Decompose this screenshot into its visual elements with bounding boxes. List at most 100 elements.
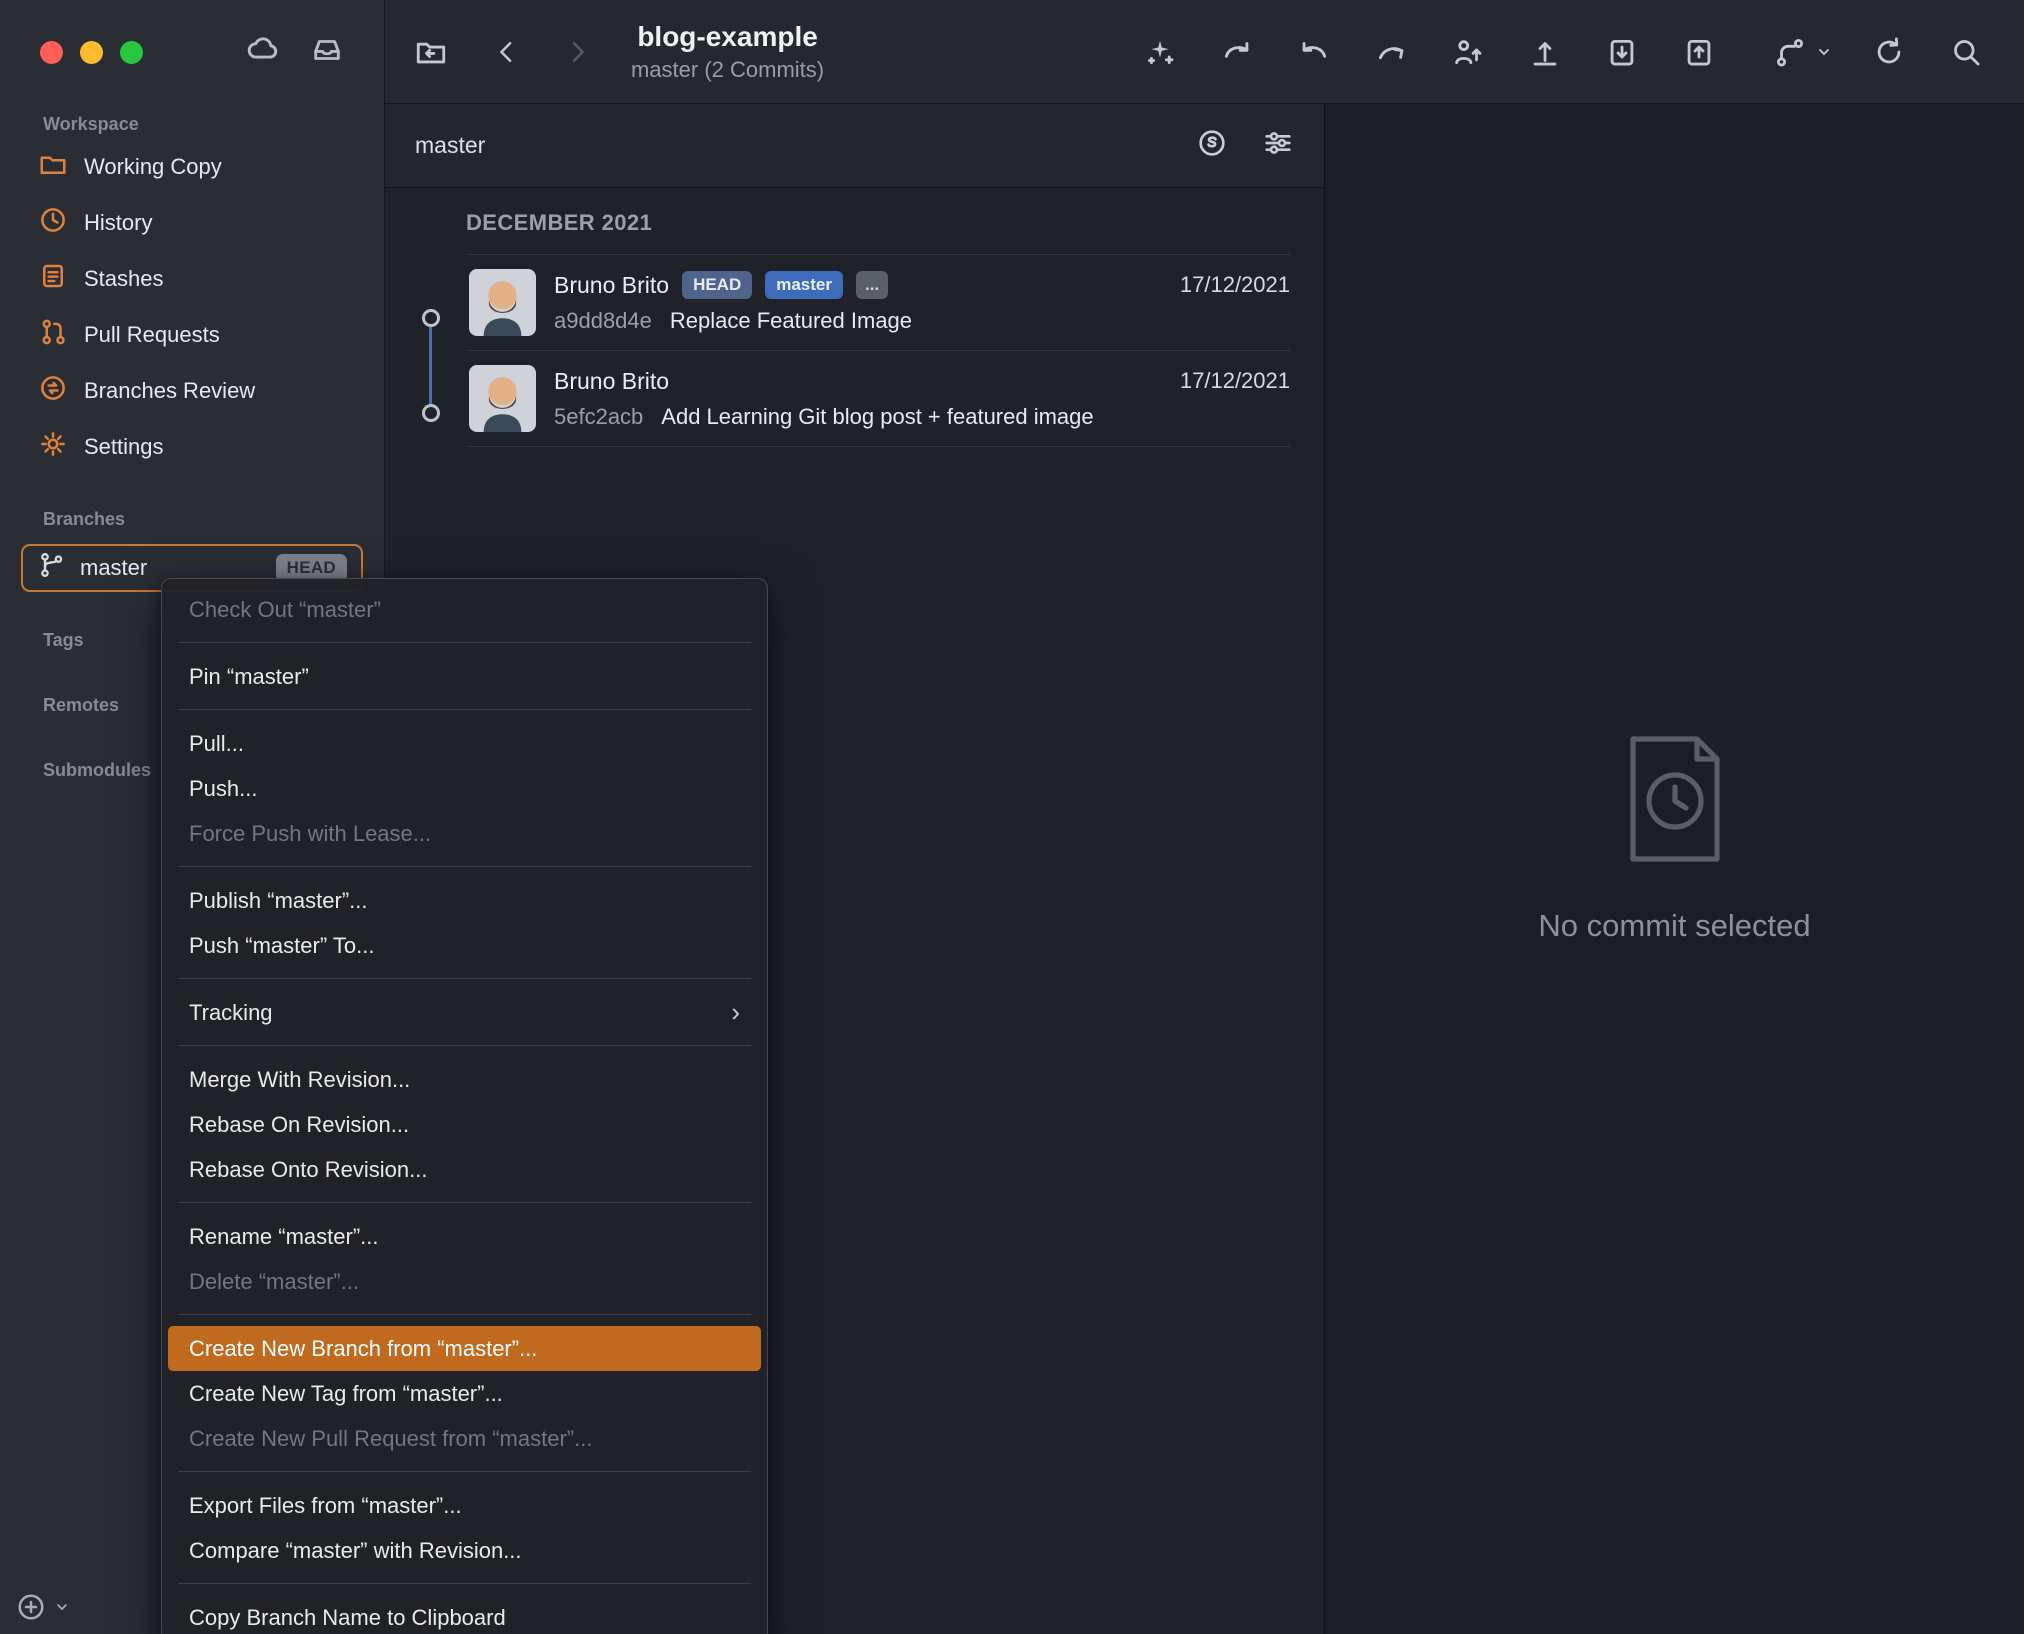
menu-divider	[178, 866, 751, 867]
menu-divider	[178, 1045, 751, 1046]
menu-divider	[178, 1471, 751, 1472]
commit-author: Bruno Brito	[554, 271, 670, 298]
menu-item-create-tag[interactable]: Create New Tag from “master”...	[162, 1371, 767, 1416]
sidebar-item-label: Settings	[84, 434, 164, 459]
compare-icon[interactable]	[1196, 127, 1228, 164]
stash-box-icon	[38, 261, 68, 297]
window-title-block: blog-example master (2 Commits)	[631, 21, 824, 83]
menu-item-rename[interactable]: Rename “master”...	[162, 1214, 767, 1259]
forward-button[interactable]	[557, 32, 597, 72]
repository-title: blog-example	[637, 20, 818, 52]
commit-message: Replace Featured Image	[669, 308, 913, 333]
commit-hash: a9dd8d4e	[554, 308, 652, 333]
commit-date: 17/12/2021	[1179, 368, 1290, 393]
commit-date: 17/12/2021	[1179, 272, 1290, 297]
toolbar-actions	[1140, 32, 2024, 72]
menu-item-export-files[interactable]: Export Files from “master”...	[162, 1483, 767, 1528]
pull-request-icon	[38, 317, 68, 353]
menu-divider	[178, 1583, 751, 1584]
gear-icon	[38, 429, 68, 465]
more-refs-badge[interactable]: ...	[856, 271, 889, 299]
commit-graph-node	[422, 404, 440, 422]
sidebar-item-working-copy[interactable]: Working Copy	[0, 139, 384, 195]
push-icon[interactable]	[1525, 32, 1565, 72]
commit-detail-panel: No commit selected	[1325, 104, 2024, 1634]
menu-item-pin[interactable]: Pin “master”	[162, 654, 767, 699]
commit-group-header: DECEMBER 2021	[466, 210, 653, 235]
branch-filter-field[interactable]: master	[415, 132, 485, 159]
menu-item-merge-with-revision[interactable]: Merge With Revision...	[162, 1057, 767, 1102]
branches-section-label: Branches	[43, 509, 126, 529]
no-commit-document-clock-icon	[1619, 735, 1731, 868]
menu-item-rebase-on-revision[interactable]: Rebase On Revision...	[162, 1102, 767, 1147]
cloud-services-icon[interactable]	[246, 33, 280, 72]
menu-item-push[interactable]: Push...	[162, 766, 767, 811]
menu-item-checkout: Check Out “master”	[189, 597, 381, 622]
sidebar-item-pull-requests[interactable]: Pull Requests	[0, 307, 384, 363]
chevron-down-icon	[57, 1604, 67, 1611]
branches-review-icon	[38, 373, 68, 409]
sidebar-item-label: Working Copy	[84, 154, 222, 179]
minimize-window-button[interactable]	[80, 40, 103, 64]
menu-item-compare-with-revision[interactable]: Compare “master” with Revision...	[162, 1528, 767, 1573]
branch-name: master	[80, 555, 148, 580]
sidebar-item-stashes[interactable]: Stashes	[0, 251, 384, 307]
commit-row[interactable]: Bruno Brito HEAD master ... 17/12/2021 a…	[469, 254, 1290, 351]
history-clock-icon	[38, 205, 68, 241]
stash-save-icon[interactable]	[1602, 32, 1642, 72]
menu-item-tracking[interactable]: Tracking ›	[162, 990, 767, 1035]
sidebar-item-branches-review[interactable]: Branches Review	[0, 363, 384, 419]
sidebar-item-history[interactable]: History	[0, 195, 384, 251]
sidebar-item-label: History	[84, 210, 153, 235]
folder-icon	[38, 149, 68, 185]
workspace-section-label: Workspace	[43, 114, 139, 134]
toolbar: blog-example master (2 Commits)	[385, 0, 2024, 104]
pull-icon[interactable]	[1448, 32, 1488, 72]
menu-item-create-branch[interactable]: Create New Branch from “master”...	[168, 1326, 761, 1371]
local-repositories-icon[interactable]	[310, 33, 344, 72]
back-button[interactable]	[487, 32, 527, 72]
fetch-icon[interactable]	[1217, 32, 1257, 72]
git-flow-button[interactable]	[1770, 32, 1832, 72]
branch-badge: master	[765, 271, 843, 299]
menu-divider	[178, 642, 751, 643]
avatar	[469, 269, 536, 336]
sidebar-item-label: Pull Requests	[84, 322, 220, 347]
head-badge: HEAD	[682, 271, 753, 299]
commit-author: Bruno Brito	[554, 367, 670, 394]
commit-graph-line	[429, 327, 432, 404]
search-icon[interactable]	[1946, 32, 1986, 72]
zoom-window-button[interactable]	[120, 40, 143, 64]
merge-icon[interactable]	[1294, 32, 1334, 72]
commit-hash: 5efc2acb	[554, 403, 644, 429]
open-repository-icon[interactable]	[411, 32, 451, 72]
menu-divider	[178, 1202, 751, 1203]
repository-subtitle: master (2 Commits)	[631, 56, 825, 82]
branch-icon	[38, 551, 66, 585]
menu-divider	[178, 978, 751, 979]
refresh-icon[interactable]	[1869, 32, 1909, 72]
add-repository-button[interactable]	[16, 1592, 70, 1622]
sidebar-item-label: Branches Review	[84, 378, 256, 403]
menu-item-publish[interactable]: Publish “master”...	[162, 878, 767, 923]
close-window-button[interactable]	[40, 40, 63, 64]
stash-apply-icon[interactable]	[1679, 32, 1719, 72]
git-flow-icon	[1770, 32, 1810, 72]
menu-item-label: Tracking	[189, 1000, 273, 1025]
sidebar-header	[0, 0, 384, 104]
menu-item-push-to[interactable]: Push “master” To...	[162, 923, 767, 968]
app-window: Workspace Working Copy History Stashes P…	[0, 0, 2024, 1634]
menu-item-pull[interactable]: Pull...	[162, 721, 767, 766]
magic-wand-icon[interactable]	[1140, 32, 1180, 72]
view-options-icon[interactable]	[1262, 127, 1294, 164]
commit-row[interactable]: Bruno Brito 17/12/2021 5efc2acb Add Lear…	[469, 351, 1290, 447]
commit-graph-node	[422, 309, 440, 327]
menu-item-copy-branch-name[interactable]: Copy Branch Name to Clipboard	[162, 1595, 767, 1634]
menu-item-rebase-onto-revision[interactable]: Rebase Onto Revision...	[162, 1147, 767, 1192]
menu-item-force-push: Force Push with Lease...	[189, 821, 432, 846]
commit-message: Add Learning Git blog post + featured im…	[661, 403, 1094, 429]
menu-divider	[178, 1314, 751, 1315]
menu-item-create-pull-request: Create New Pull Request from “master”...	[189, 1426, 593, 1451]
rebase-icon[interactable]	[1371, 32, 1411, 72]
sidebar-item-settings[interactable]: Settings	[0, 419, 384, 475]
